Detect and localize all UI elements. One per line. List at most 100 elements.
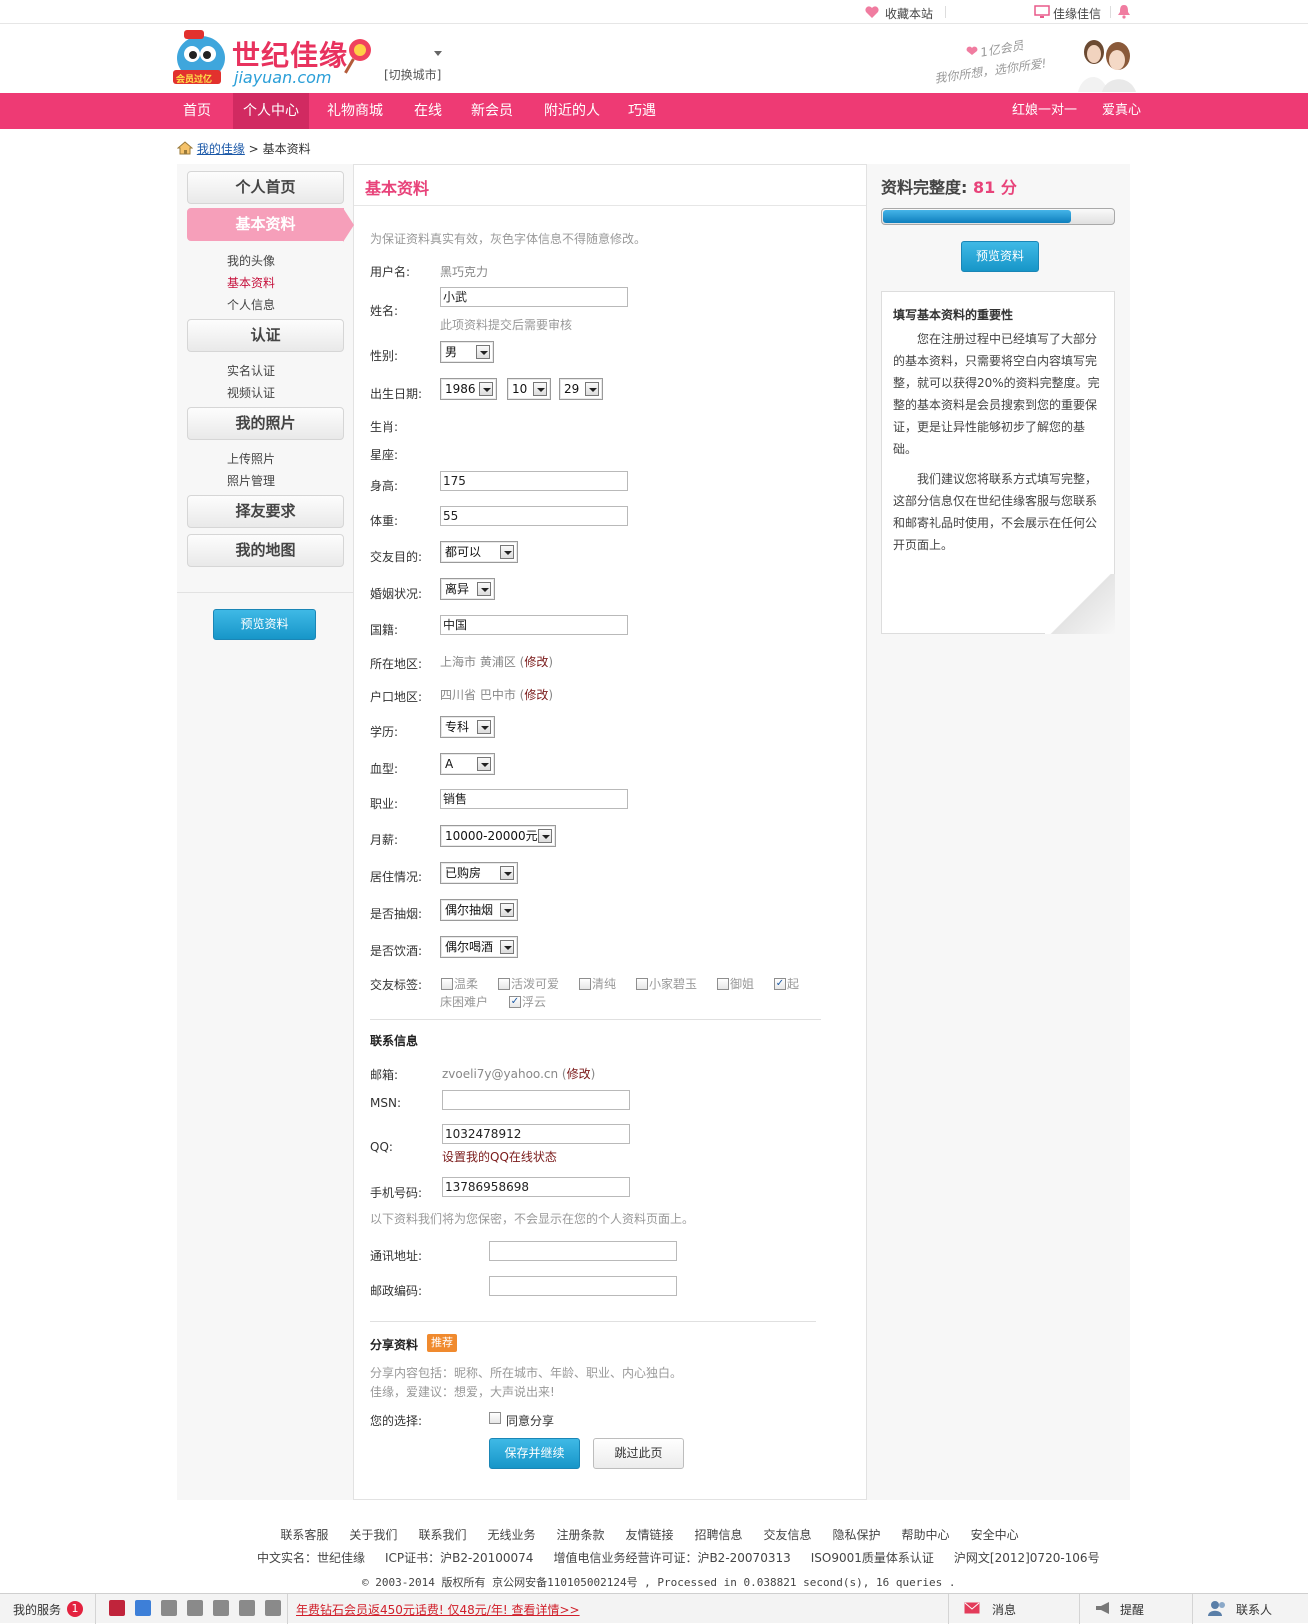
edit-hukou-link[interactable]: 修改 xyxy=(524,688,548,702)
chevron-down-icon[interactable] xyxy=(434,51,442,57)
zip-input[interactable] xyxy=(489,1276,677,1296)
mailbox-icon[interactable] xyxy=(213,1600,229,1616)
sidebar-item-photos[interactable]: 我的照片 xyxy=(187,407,344,440)
bookmark-link[interactable]: 收藏本站 xyxy=(885,5,933,22)
footer-link[interactable]: 帮助中心 xyxy=(902,1528,950,1542)
footer-link[interactable]: 安全中心 xyxy=(971,1528,1019,1542)
birth-year-value: 1986 xyxy=(445,382,476,396)
nav-home[interactable]: 首页 xyxy=(175,93,219,129)
my-service-button[interactable]: 我的服务 xyxy=(13,1601,61,1618)
nav-new-members[interactable]: 新会员 xyxy=(463,93,521,129)
download-icon[interactable] xyxy=(187,1600,203,1616)
tag-checkbox[interactable] xyxy=(441,978,453,990)
sidebar-item-partner-req[interactable]: 择友要求 xyxy=(187,495,344,528)
weibo-icon[interactable] xyxy=(135,1600,151,1616)
remind-button[interactable]: 提醒 xyxy=(1120,1601,1144,1618)
job-input[interactable]: 销售 xyxy=(440,789,628,809)
job-label: 职业: xyxy=(370,797,399,811)
footer-link[interactable]: 招聘信息 xyxy=(695,1528,743,1542)
nationality-input[interactable]: 中国 xyxy=(440,615,628,635)
education-select[interactable]: 专科 xyxy=(440,716,495,738)
nav-online[interactable]: 在线 xyxy=(406,93,450,129)
bell-icon[interactable] xyxy=(1117,4,1131,19)
sidebar-sub-basic-info[interactable]: 基本资料 xyxy=(227,274,275,291)
blood-select[interactable]: A xyxy=(440,753,495,775)
nav-encounter[interactable]: 巧遇 xyxy=(620,93,664,129)
tag-checkbox[interactable] xyxy=(636,978,648,990)
agree-share-checkbox[interactable] xyxy=(489,1412,501,1424)
nav-nearby[interactable]: 附近的人 xyxy=(536,93,608,129)
smoke-select[interactable]: 偶尔抽烟 xyxy=(440,899,518,921)
chevron-down-icon xyxy=(500,866,514,880)
gender-select[interactable]: 男 xyxy=(440,341,494,363)
chevron-down-icon xyxy=(538,829,552,843)
birth-day-select[interactable]: 29 xyxy=(559,378,603,400)
footer-link[interactable]: 友情链接 xyxy=(625,1528,673,1542)
footer-link[interactable]: 交友信息 xyxy=(764,1528,812,1542)
save-continue-button[interactable]: 保存并继续 xyxy=(489,1438,580,1469)
name-input[interactable]: 小武 xyxy=(440,287,628,307)
preview-profile-button[interactable]: 预览资料 xyxy=(961,241,1039,272)
tag-checkbox-checked[interactable]: ✓ xyxy=(774,978,786,990)
nav-true-love[interactable]: 爱真心 xyxy=(1094,93,1149,129)
purpose-select[interactable]: 都可以 xyxy=(440,541,518,563)
height-input[interactable]: 175 xyxy=(440,471,628,491)
nav-personal-center[interactable]: 个人中心 xyxy=(233,93,309,129)
birth-year-select[interactable]: 1986 xyxy=(440,378,497,400)
messages-button[interactable]: 消息 xyxy=(992,1601,1016,1618)
footer-link[interactable]: 联系我们 xyxy=(418,1528,466,1542)
footer-link[interactable]: 无线业务 xyxy=(487,1528,535,1542)
drink-select[interactable]: 偶尔喝酒 xyxy=(440,936,518,958)
footer-link[interactable]: 关于我们 xyxy=(349,1528,397,1542)
tag-checkbox[interactable] xyxy=(579,978,591,990)
sidebar-item-verification[interactable]: 认证 xyxy=(187,319,344,352)
nav-matchmaker[interactable]: 红娘一对一 xyxy=(1004,93,1085,129)
sidebar-sub-manage-photos[interactable]: 照片管理 xyxy=(227,472,275,489)
preview-profile-button[interactable]: 预览资料 xyxy=(213,609,316,640)
site-logo[interactable]: 会员过亿 世纪佳缘 jiayuan.com xyxy=(170,28,385,90)
keyboard-icon[interactable] xyxy=(265,1600,281,1616)
footer-link[interactable]: 注册条款 xyxy=(556,1528,604,1542)
mail-link[interactable]: 佳缘佳信 xyxy=(1053,5,1101,22)
recommend-badge: 推荐 xyxy=(427,1334,457,1352)
sidebar-sub-avatar[interactable]: 我的头像 xyxy=(227,252,275,269)
chat-icon[interactable] xyxy=(109,1600,125,1616)
nav-gift-mall[interactable]: 礼物商城 xyxy=(319,93,391,129)
marital-select[interactable]: 离异 xyxy=(440,578,495,600)
top-bar: 收藏本站 佳缘佳信 xyxy=(0,0,1308,24)
qq-input[interactable]: 1032478912 xyxy=(442,1124,630,1144)
qq-status-link[interactable]: 设置我的QQ在线状态 xyxy=(442,1148,557,1165)
upload-icon[interactable] xyxy=(239,1600,255,1616)
sidebar-sub-upload-photo[interactable]: 上传照片 xyxy=(227,450,275,467)
sidebar-item-my-map[interactable]: 我的地图 xyxy=(187,534,344,567)
footer-link[interactable]: 隐私保护 xyxy=(833,1528,881,1542)
message-bubble-icon[interactable] xyxy=(161,1600,177,1616)
footer-link[interactable]: 联系客服 xyxy=(280,1528,328,1542)
form-hint: 为保证资料真实有效，灰色字体信息不得随意修改。 xyxy=(370,232,647,246)
hukou-value: 四川省 巴中市 (修改) xyxy=(440,686,553,703)
edit-location-link[interactable]: 修改 xyxy=(524,655,548,669)
skip-page-button[interactable]: 跳过此页 xyxy=(593,1438,684,1469)
salary-select[interactable]: 10000-20000元 xyxy=(440,825,556,847)
breadcrumb-home-link[interactable]: 我的佳缘 xyxy=(197,142,245,156)
sidebar-item-basic-info[interactable]: 基本资料 xyxy=(187,208,354,242)
switch-city-link[interactable]: [切换城市] xyxy=(384,66,441,83)
promo-link[interactable]: 年费钻石会员返450元话费! 仅48元/年! 查看详情>> xyxy=(296,1601,580,1618)
sidebar-sub-video[interactable]: 视频认证 xyxy=(227,384,275,401)
housing-select[interactable]: 已购房 xyxy=(440,862,518,884)
footer-license-item: 增值电信业务经营许可证：沪B2-20070313 xyxy=(553,1551,791,1565)
sidebar-item-home[interactable]: 个人首页 xyxy=(187,171,344,204)
contacts-button[interactable]: 联系人 xyxy=(1236,1601,1272,1618)
sidebar-sub-personal-info[interactable]: 个人信息 xyxy=(227,296,275,313)
birth-month-select[interactable]: 10 xyxy=(507,378,551,400)
msn-input[interactable] xyxy=(442,1090,630,1110)
tag-checkbox[interactable] xyxy=(717,978,729,990)
tag-checkbox[interactable] xyxy=(498,978,510,990)
edit-email-link[interactable]: 修改 xyxy=(567,1067,591,1081)
sidebar-sub-realname[interactable]: 实名认证 xyxy=(227,362,275,379)
tag-checkbox-checked[interactable]: ✓ xyxy=(509,996,521,1008)
address-input[interactable] xyxy=(489,1241,677,1261)
mobile-input[interactable]: 13786958698 xyxy=(442,1177,630,1197)
tip-paragraph: 我们建议您将联系方式填写完整，这部分信息仅在世纪佳缘客服与您联系和邮寄礼品时使用… xyxy=(893,472,1098,552)
weight-input[interactable]: 55 xyxy=(440,506,628,526)
